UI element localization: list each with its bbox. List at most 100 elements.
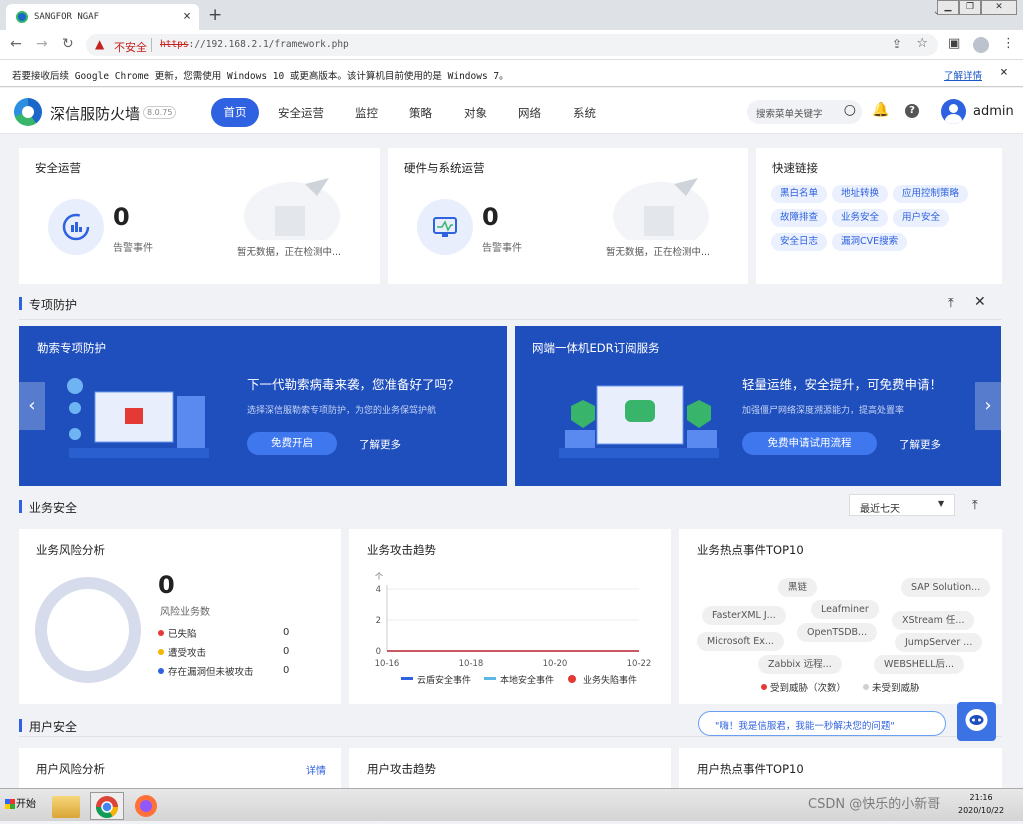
edr-learn-more-link[interactable]: 了解更多 [899,437,941,452]
close-icon[interactable]: ✕ [974,294,986,310]
legend-label: 云盾安全事件 [417,674,471,686]
warning-triangle-icon[interactable]: ▲ [95,37,104,51]
menu-search-input[interactable]: 搜索菜单关键字 ○ [747,100,862,124]
hot-event-tag[interactable]: XStream 任... [892,611,975,630]
nav-security-ops[interactable]: 安全运营 [278,105,324,121]
no-data-illustration [244,178,340,240]
quick-link-whitelist[interactable]: 黑白名单 [771,185,828,203]
avatar[interactable] [941,99,966,124]
nav-system[interactable]: 系统 [573,105,596,121]
version-badge: 8.0.75 [143,106,177,119]
tab-close-icon[interactable]: × [183,9,191,24]
url-omnibox[interactable]: ▲ 不安全 https://192.168.2.1/framework.php … [86,34,938,56]
window-close-icon[interactable]: ✕ [981,0,1017,15]
hot-event-tag[interactable]: FasterXML J... [702,606,786,625]
start-label: 开始 [16,799,36,810]
threatened-legend: 受到威胁（次数） [770,683,847,694]
business-attack-trend-card: 业务攻击趋势 个 0 2 4 10-16 10-18 10-20 10-22 云盾安全事件 本地安… [349,529,671,704]
file-explorer-icon[interactable] [52,796,80,818]
system-clock[interactable]: 21:16 2020/10/22 [958,791,1004,817]
chat-text: "嗨！我是信服君，我能一秒解决您的问题" [715,721,895,732]
nav-objects[interactable]: 对象 [464,105,487,121]
bookmark-star-icon[interactable]: ☆ [916,36,928,51]
reload-icon[interactable]: ↻ [62,36,74,52]
chat-bubble[interactable]: "嗨！我是信服君，我能一秒解决您的问题" [698,711,946,736]
quick-link-troubleshoot[interactable]: 故障排查 [771,209,828,227]
watermark-text: CSDN @快乐的小新哥 [808,797,941,812]
chat-robot-icon[interactable] [957,702,996,741]
unthreatened-legend-dot [863,684,869,690]
hot-event-tag[interactable]: 黑链 [778,578,818,597]
user-hot-title: 用户热点事件TOP10 [697,762,804,776]
ransomware-illustration [67,378,209,458]
minimize-icon[interactable]: ▁ [937,0,959,15]
quick-link-user-security[interactable]: 用户安全 [893,209,950,227]
quick-link-app-control[interactable]: 应用控制策略 [893,185,969,203]
risk-donut-chart [35,577,141,683]
help-icon[interactable]: ? [905,104,919,118]
share-icon[interactable]: ⇪ [892,37,902,51]
section-marker [19,500,22,513]
url-text[interactable]: https://192.168.2.1/framework.php [160,39,349,50]
edr-apply-button[interactable]: 免费申请试用流程 [742,432,877,455]
quick-links-card: 快速链接 黑白名单 地址转换 应用控制策略 故障排查 业务安全 用户安全 安全日… [756,148,1002,284]
legend-marker [568,675,576,683]
monitor-icon [417,199,473,255]
quick-link-business-security[interactable]: 业务安全 [832,209,889,227]
hot-event-tag[interactable]: OpenTSDB... [797,623,878,642]
hot-event-tag[interactable]: SAP Solution... [901,578,991,597]
edr-desc: 加强僵尸网络深度溯源能力，提高处置率 [742,406,905,416]
nav-monitor[interactable]: 监控 [355,105,378,121]
nav-home[interactable]: 首页 [211,98,259,127]
profile-icon[interactable] [973,37,989,53]
pin-top-icon[interactable]: ⤒ [948,296,954,311]
app-header: 深信服防火墙 8.0.75 首页 安全运营 监控 策略 对象 网络 系统 [0,88,1023,134]
carousel-prev-icon[interactable]: ‹ [19,382,45,430]
quick-link-cve-search[interactable]: 漏洞CVE搜索 [832,233,908,251]
pin-top-icon[interactable]: ⤒ [972,498,978,513]
special-protection-title: 专项防护 [29,298,78,312]
infobar-close-icon[interactable]: × [1000,65,1008,80]
kebab-menu-icon[interactable]: ⋮ [1002,36,1015,51]
time-range-select[interactable]: 最近七天 ▼ [849,494,955,516]
hot-event-tag[interactable]: JumpServer ... [895,633,983,652]
quick-link-nat[interactable]: 地址转换 [832,185,889,203]
edr-illustration [559,385,719,458]
clock-time: 21:16 [969,793,993,802]
start-button[interactable]: 开始 [2,794,42,816]
sidebar-panel-icon[interactable]: ▣ [948,36,960,51]
browser-tab[interactable]: SANGFOR NGAF × [6,4,199,30]
firefox-taskbar-icon[interactable] [132,792,160,820]
nav-network[interactable]: 网络 [518,105,541,121]
search-icon[interactable]: ○ [844,102,856,118]
insecure-label[interactable]: 不安全 [114,39,147,55]
hot-event-tag[interactable]: WEBSHELL后... [874,655,965,674]
no-data-illustration [613,178,709,240]
restore-icon[interactable]: ❐ [959,0,981,15]
edr-banner[interactable]: 网端一体机EDR订阅服务 轻量运维，安全提升，可免费申请！ 加强僵尸网络深度溯源… [515,326,1001,486]
back-arrow-icon[interactable]: ← [10,36,22,52]
hot-event-tag[interactable]: Leafminer [811,600,879,619]
hardware-ops-title: 硬件与系统运营 [404,161,485,175]
ransomware-desc: 选择深信服勒索专项防护，为您的业务保驾护航 [247,406,437,416]
attacked-value: 0 [283,646,290,657]
carousel-next-icon[interactable]: › [975,382,1001,430]
quick-link-security-log[interactable]: 安全日志 [771,233,828,251]
username[interactable]: admin [973,104,1014,119]
chrome-taskbar-icon[interactable] [90,792,124,820]
infobar-learn-more-link[interactable]: 了解详情 [944,68,982,82]
hot-event-tag[interactable]: Zabbix 远程... [758,655,842,674]
ransomware-banner[interactable]: 勒索专项防护 下一代勒索病毒来袭，您准备好了吗？ 选择深信服勒索专项防护，为您的… [19,326,507,486]
user-risk-detail-link[interactable]: 详情 [306,762,326,777]
new-tab-button[interactable]: + [208,5,222,25]
compromised-label: 已失陷 [168,629,197,640]
search-placeholder: 搜索菜单关键字 [756,109,823,120]
nav-policy[interactable]: 策略 [409,105,432,121]
ransomware-learn-more-link[interactable]: 了解更多 [359,437,401,452]
tab-title: SANGFOR NGAF [34,12,100,22]
forward-arrow-icon[interactable]: → [36,36,48,52]
legend-label: 本地安全事件 [500,674,554,686]
hot-event-tag[interactable]: Microsoft Ex... [697,632,784,651]
bell-icon[interactable]: 🔔 [872,102,889,118]
ransomware-enable-button[interactable]: 免费开启 [247,432,337,455]
